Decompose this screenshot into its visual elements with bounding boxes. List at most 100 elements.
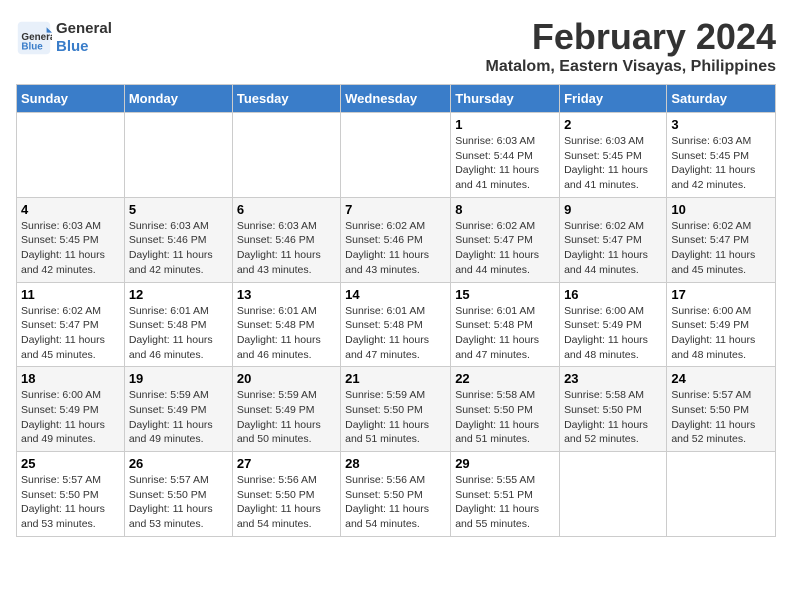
day-info: Sunrise: 6:00 AM Sunset: 5:49 PM Dayligh… — [671, 304, 771, 363]
calendar-cell: 12 Sunrise: 6:01 AM Sunset: 5:48 PM Dayli… — [124, 282, 232, 367]
day-info: Sunrise: 5:59 AM Sunset: 5:50 PM Dayligh… — [345, 388, 446, 447]
calendar-cell: 13 Sunrise: 6:01 AM Sunset: 5:48 PM Dayli… — [232, 282, 340, 367]
calendar-week-row: 4 Sunrise: 6:03 AM Sunset: 5:45 PM Daylig… — [17, 197, 776, 282]
calendar-cell: 16Sunrise: 6:00 AM Sunset: 5:49 PM Dayli… — [560, 282, 667, 367]
day-info: Sunrise: 6:01 AM Sunset: 5:48 PM Dayligh… — [129, 304, 228, 363]
day-info: Sunrise: 5:56 AM Sunset: 5:50 PM Dayligh… — [345, 473, 446, 532]
day-number: 4 — [21, 202, 120, 217]
calendar-cell: 4 Sunrise: 6:03 AM Sunset: 5:45 PM Daylig… — [17, 197, 125, 282]
day-number: 1 — [455, 117, 555, 132]
day-number: 8 — [455, 202, 555, 217]
calendar-cell — [17, 113, 125, 198]
day-info: Sunrise: 5:57 AM Sunset: 5:50 PM Dayligh… — [671, 388, 771, 447]
calendar-cell: 28 Sunrise: 5:56 AM Sunset: 5:50 PM Dayli… — [341, 452, 451, 537]
day-number: 10 — [671, 202, 771, 217]
page-subtitle: Matalom, Eastern Visayas, Philippines — [486, 58, 776, 76]
day-info: Sunrise: 6:02 AM Sunset: 5:47 PM Dayligh… — [671, 219, 771, 278]
calendar-cell: 7 Sunrise: 6:02 AM Sunset: 5:46 PM Daylig… — [341, 197, 451, 282]
day-info: Sunrise: 5:56 AM Sunset: 5:50 PM Dayligh… — [237, 473, 336, 532]
calendar-cell: 19 Sunrise: 5:59 AM Sunset: 5:49 PM Dayli… — [124, 367, 232, 452]
calendar-cell: 15 Sunrise: 6:01 AM Sunset: 5:48 PM Dayli… — [451, 282, 560, 367]
calendar-body: 1 Sunrise: 6:03 AM Sunset: 5:44 PM Daylig… — [17, 113, 776, 537]
calendar-cell: 26 Sunrise: 5:57 AM Sunset: 5:50 PM Dayli… — [124, 452, 232, 537]
day-info: Sunrise: 6:03 AM Sunset: 5:46 PM Dayligh… — [129, 219, 228, 278]
calendar-cell: 27 Sunrise: 5:56 AM Sunset: 5:50 PM Dayli… — [232, 452, 340, 537]
day-number: 3 — [671, 117, 771, 132]
day-info: Sunrise: 5:55 AM Sunset: 5:51 PM Dayligh… — [455, 473, 555, 532]
day-number: 23 — [564, 371, 662, 386]
calendar-cell — [341, 113, 451, 198]
day-number: 22 — [455, 371, 555, 386]
day-number: 6 — [237, 202, 336, 217]
logo-icon: General Blue — [16, 20, 52, 56]
day-info: Sunrise: 6:01 AM Sunset: 5:48 PM Dayligh… — [455, 304, 555, 363]
day-number: 9 — [564, 202, 662, 217]
calendar-cell: 24 Sunrise: 5:57 AM Sunset: 5:50 PM Dayli… — [667, 367, 776, 452]
calendar-cell: 25Sunrise: 5:57 AM Sunset: 5:50 PM Dayli… — [17, 452, 125, 537]
title-area: February 2024 Matalom, Eastern Visayas, … — [486, 16, 776, 76]
day-info: Sunrise: 6:02 AM Sunset: 5:47 PM Dayligh… — [455, 219, 555, 278]
day-info: Sunrise: 6:00 AM Sunset: 5:49 PM Dayligh… — [21, 388, 120, 447]
calendar-cell: 6Sunrise: 6:03 AM Sunset: 5:46 PM Daylig… — [232, 197, 340, 282]
day-number: 26 — [129, 456, 228, 471]
logo: General Blue General Blue — [16, 20, 112, 56]
day-info: Sunrise: 6:03 AM Sunset: 5:45 PM Dayligh… — [564, 134, 662, 193]
column-header-friday: Friday — [560, 85, 667, 113]
day-number: 17 — [671, 287, 771, 302]
calendar-week-row: 11 Sunrise: 6:02 AM Sunset: 5:47 PM Dayli… — [17, 282, 776, 367]
day-number: 29 — [455, 456, 555, 471]
day-info: Sunrise: 5:59 AM Sunset: 5:49 PM Dayligh… — [237, 388, 336, 447]
day-number: 2 — [564, 117, 662, 132]
calendar-week-row: 1 Sunrise: 6:03 AM Sunset: 5:44 PM Daylig… — [17, 113, 776, 198]
day-number: 14 — [345, 287, 446, 302]
day-number: 28 — [345, 456, 446, 471]
day-number: 27 — [237, 456, 336, 471]
calendar-cell: 1 Sunrise: 6:03 AM Sunset: 5:44 PM Daylig… — [451, 113, 560, 198]
column-header-monday: Monday — [124, 85, 232, 113]
day-number: 11 — [21, 287, 120, 302]
day-number: 16 — [564, 287, 662, 302]
day-info: Sunrise: 5:59 AM Sunset: 5:49 PM Dayligh… — [129, 388, 228, 447]
day-info: Sunrise: 5:57 AM Sunset: 5:50 PM Dayligh… — [129, 473, 228, 532]
calendar-cell: 3 Sunrise: 6:03 AM Sunset: 5:45 PM Daylig… — [667, 113, 776, 198]
calendar-cell: 5Sunrise: 6:03 AM Sunset: 5:46 PM Daylig… — [124, 197, 232, 282]
day-number: 24 — [671, 371, 771, 386]
day-info: Sunrise: 5:58 AM Sunset: 5:50 PM Dayligh… — [564, 388, 662, 447]
day-info: Sunrise: 6:03 AM Sunset: 5:44 PM Dayligh… — [455, 134, 555, 193]
logo-line2: Blue — [56, 38, 112, 56]
calendar-cell: 23 Sunrise: 5:58 AM Sunset: 5:50 PM Dayli… — [560, 367, 667, 452]
calendar-cell: 22Sunrise: 5:58 AM Sunset: 5:50 PM Dayli… — [451, 367, 560, 452]
column-header-thursday: Thursday — [451, 85, 560, 113]
calendar-cell — [560, 452, 667, 537]
day-number: 20 — [237, 371, 336, 386]
day-number: 25 — [21, 456, 120, 471]
day-number: 19 — [129, 371, 228, 386]
calendar-week-row: 25 Sunrise: 5:57 AM Sunset: 5:50 PM Dayli… — [17, 452, 776, 537]
page-header: General Blue General Blue February 2024 … — [16, 16, 776, 76]
day-info: Sunrise: 6:02 AM Sunset: 5:46 PM Dayligh… — [345, 219, 446, 278]
column-header-tuesday: Tuesday — [232, 85, 340, 113]
day-number: 13 — [237, 287, 336, 302]
day-info: Sunrise: 6:01 AM Sunset: 5:48 PM Dayligh… — [345, 304, 446, 363]
calendar-cell: 18Sunrise: 6:00 AM Sunset: 5:49 PM Dayli… — [17, 367, 125, 452]
day-number: 21 — [345, 371, 446, 386]
day-info: Sunrise: 6:01 AM Sunset: 5:48 PM Dayligh… — [237, 304, 336, 363]
column-header-wednesday: Wednesday — [341, 85, 451, 113]
day-number: 15 — [455, 287, 555, 302]
column-header-saturday: Saturday — [667, 85, 776, 113]
day-info: Sunrise: 6:03 AM Sunset: 5:45 PM Dayligh… — [21, 219, 120, 278]
calendar-cell — [124, 113, 232, 198]
calendar-cell: 11 Sunrise: 6:02 AM Sunset: 5:47 PM Dayli… — [17, 282, 125, 367]
logo-line1: General — [56, 20, 112, 38]
calendar-header-row: SundayMondayTuesdayWednesdayThursdayFrid… — [17, 85, 776, 113]
day-number: 12 — [129, 287, 228, 302]
calendar-cell: 9 Sunrise: 6:02 AM Sunset: 5:47 PM Daylig… — [560, 197, 667, 282]
page-title: February 2024 — [486, 16, 776, 58]
column-header-sunday: Sunday — [17, 85, 125, 113]
day-number: 7 — [345, 202, 446, 217]
day-info: Sunrise: 6:02 AM Sunset: 5:47 PM Dayligh… — [564, 219, 662, 278]
svg-text:Blue: Blue — [21, 42, 43, 53]
day-info: Sunrise: 6:02 AM Sunset: 5:47 PM Dayligh… — [21, 304, 120, 363]
calendar-week-row: 18Sunrise: 6:00 AM Sunset: 5:49 PM Dayli… — [17, 367, 776, 452]
day-info: Sunrise: 6:03 AM Sunset: 5:45 PM Dayligh… — [671, 134, 771, 193]
